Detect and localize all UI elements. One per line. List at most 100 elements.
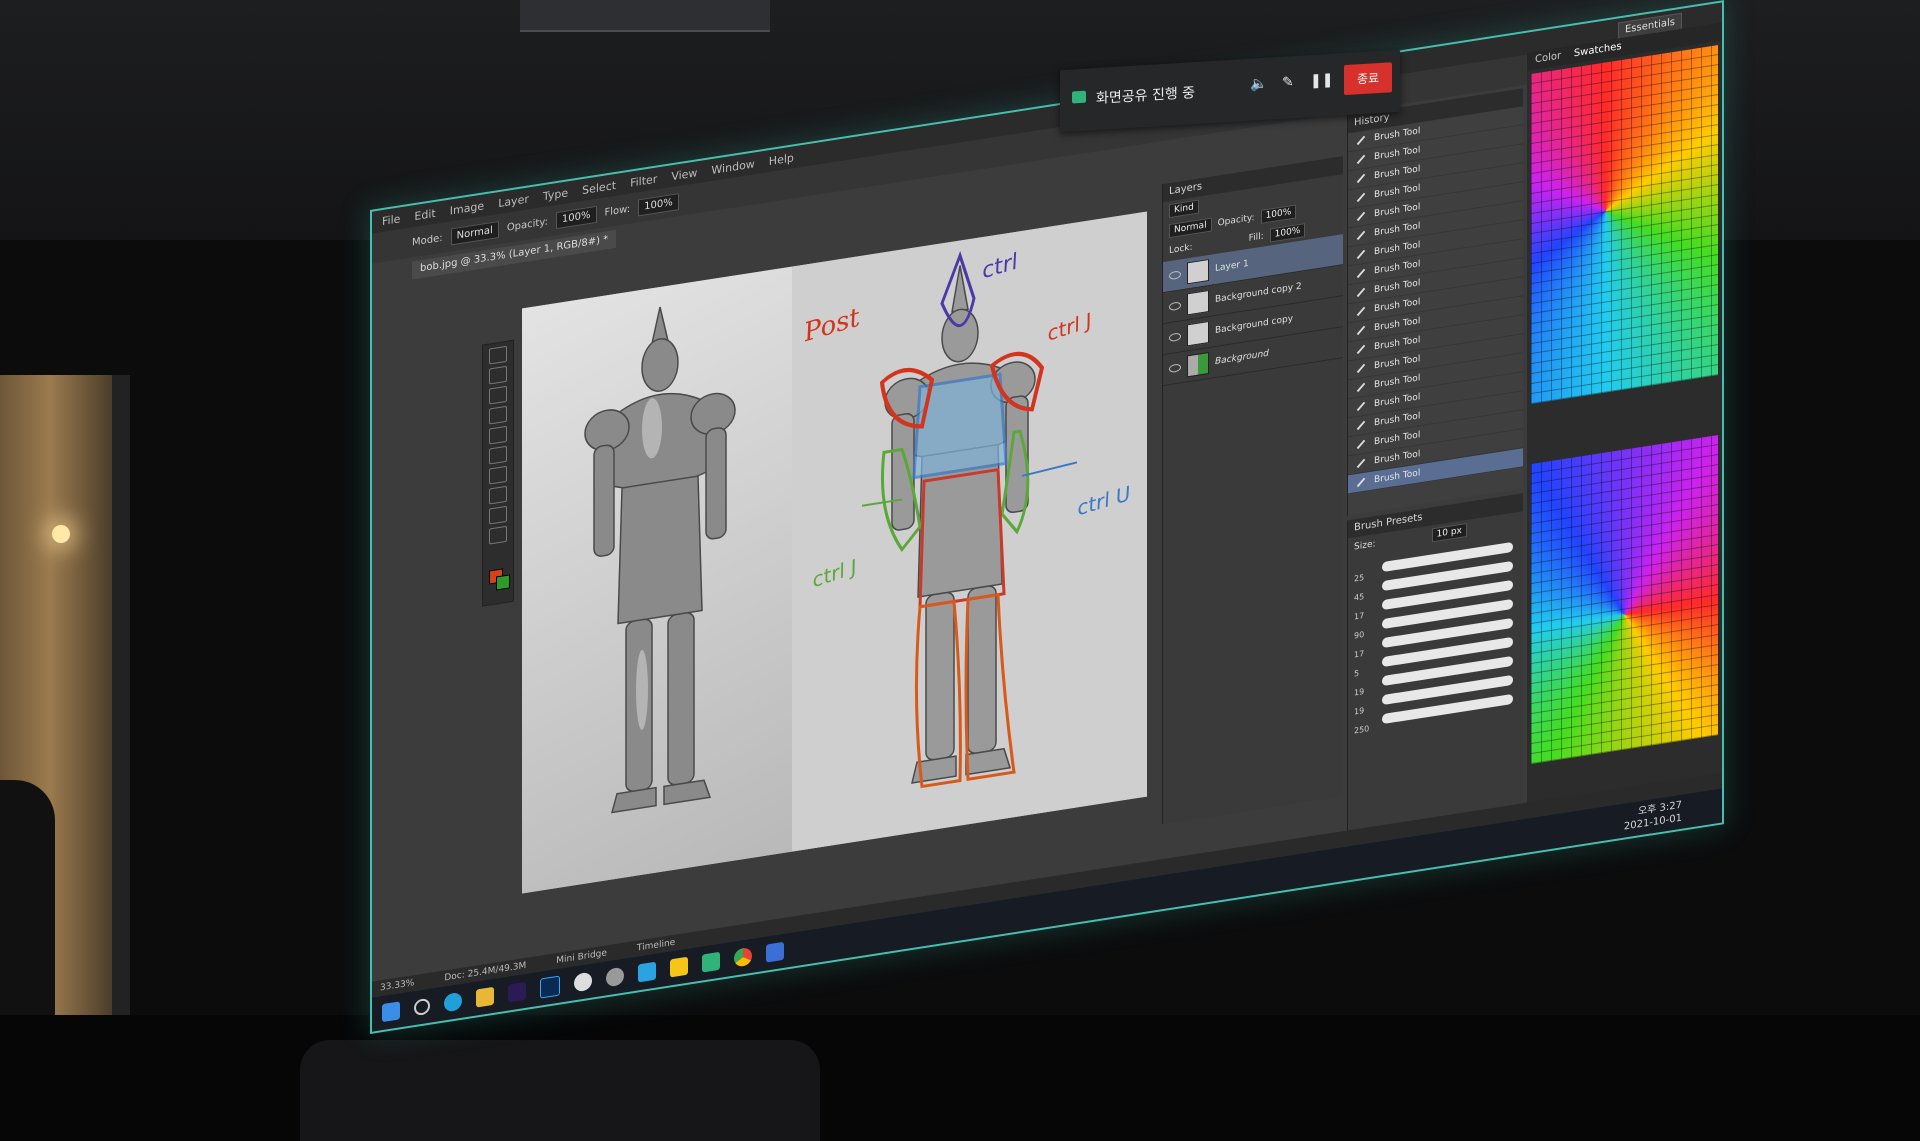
taskbar-clock[interactable]: 오후 3:27 2021-10-01 — [1624, 799, 1682, 834]
meet-icon[interactable] — [702, 951, 720, 973]
brush-size-field[interactable]: 10 px — [1431, 522, 1467, 543]
desk — [300, 1040, 820, 1141]
brush-tool-icon[interactable] — [489, 405, 507, 425]
history-item-label: Brush Tool — [1374, 297, 1421, 315]
background-color-swatch[interactable] — [496, 574, 510, 591]
search-icon[interactable] — [414, 997, 430, 1017]
tab-swatches[interactable]: Swatches — [1574, 41, 1622, 59]
history-item-label: Brush Tool — [1374, 259, 1421, 277]
stamp-tool-icon[interactable] — [489, 425, 507, 445]
annotated-image: Post ctrl ctrl J ctrl J ctrl U — [792, 211, 1147, 852]
menu-edit[interactable]: Edit — [414, 206, 435, 222]
kakaotalk-icon[interactable] — [670, 956, 688, 978]
menu-window[interactable]: Window — [711, 157, 754, 177]
pen-icon[interactable]: ✎ — [1282, 74, 1294, 91]
brush-icon — [1356, 173, 1366, 184]
menu-help[interactable]: Help — [769, 151, 794, 168]
edge-icon[interactable] — [444, 991, 462, 1013]
eye-icon[interactable] — [1169, 332, 1181, 343]
type-tool-icon[interactable] — [489, 505, 507, 525]
layer-name: Background — [1215, 348, 1269, 368]
menu-filter[interactable]: Filter — [630, 172, 657, 189]
brush-preset-size: 5 — [1354, 668, 1360, 679]
layer-name: Background copy 2 — [1215, 281, 1302, 306]
pen-tool-icon[interactable] — [489, 485, 507, 505]
app-icon[interactable] — [574, 971, 592, 993]
swatch-grid[interactable] — [1531, 45, 1718, 405]
settings-icon[interactable] — [606, 966, 624, 988]
layer-opacity-field[interactable]: 100% — [1260, 204, 1297, 224]
fill-label: Fill: — [1248, 231, 1264, 244]
brush-presets-panel: Brush Presets Size: 10 px 25 45 17 90 17 5 19 1… — [1347, 493, 1523, 861]
hand-tool-icon[interactable] — [489, 525, 507, 545]
after-effects-icon[interactable] — [508, 981, 526, 1003]
history-item-label: Brush Tool — [1374, 202, 1421, 220]
menu-image[interactable]: Image — [450, 199, 484, 217]
lasso-tool-icon[interactable] — [489, 365, 507, 385]
reference-image — [522, 266, 792, 894]
photoshop-icon[interactable] — [540, 975, 560, 999]
brush-icon — [1356, 401, 1366, 412]
mode-select[interactable]: Normal — [450, 220, 499, 246]
history-item-label: Brush Tool — [1374, 316, 1421, 334]
history-item-label: Brush Tool — [1374, 278, 1421, 296]
marquee-tool-icon[interactable] — [489, 345, 507, 365]
toolbox — [482, 339, 514, 607]
layers-panel: Layers Kind Normal Opacity: 100% Lock: F… — [1162, 156, 1343, 825]
mode-label: Mode: — [412, 232, 443, 248]
layer-thumbnail — [1187, 320, 1209, 347]
floor — [0, 1015, 1920, 1141]
menu-type[interactable]: Type — [543, 186, 568, 203]
menu-select[interactable]: Select — [582, 178, 616, 196]
person-silhouette — [0, 780, 55, 1020]
windows-start-icon[interactable] — [382, 1001, 400, 1023]
brush-icon — [1356, 211, 1366, 222]
screen-share-icon — [1072, 90, 1086, 104]
history-item-label: Brush Tool — [1374, 164, 1421, 182]
layer-thumbnail — [1187, 351, 1209, 378]
swatch-grid[interactable] — [1531, 435, 1718, 765]
armor-figure-reference — [584, 306, 736, 814]
photos-icon[interactable] — [766, 941, 784, 963]
history-item-label: Brush Tool — [1374, 449, 1421, 467]
speaker-mute-icon[interactable]: 🔈 — [1250, 76, 1267, 93]
menu-file[interactable]: File — [382, 212, 400, 228]
history-item-label: Brush Tool — [1374, 468, 1421, 486]
layer-name: Background copy — [1215, 313, 1294, 337]
folder-icon[interactable] — [476, 986, 494, 1008]
opacity-field[interactable]: 100% — [555, 205, 597, 229]
history-list: Brush Tool Brush Tool Brush Tool Brush Tool… — [1348, 106, 1523, 495]
bird-app-icon[interactable] — [638, 961, 656, 983]
brush-preset-size: 17 — [1354, 610, 1365, 622]
history-item-label: Brush Tool — [1374, 240, 1421, 258]
tab-color[interactable]: Color — [1535, 50, 1561, 65]
flow-field[interactable]: 100% — [638, 192, 679, 216]
layer-opacity-label: Opacity: — [1217, 212, 1255, 229]
brush-icon — [1356, 287, 1366, 298]
eye-icon[interactable] — [1169, 363, 1181, 374]
lock-label: Lock: — [1169, 242, 1193, 257]
end-share-button[interactable]: 종료 — [1344, 62, 1392, 96]
pause-icon[interactable]: ❚❚ — [1310, 72, 1333, 89]
color-swatches-panel: Color Swatches — [1527, 22, 1722, 853]
chrome-icon[interactable] — [734, 946, 752, 968]
menu-view[interactable]: View — [671, 166, 697, 183]
brush-preset-list: 25 45 17 90 17 5 19 19 250 — [1348, 540, 1523, 735]
layer-kind-filter[interactable]: Kind — [1169, 199, 1199, 219]
eraser-tool-icon[interactable] — [489, 445, 507, 465]
opacity-label: Opacity: — [506, 215, 548, 234]
fill-field[interactable]: 100% — [1269, 223, 1306, 243]
history-item-label: Brush Tool — [1374, 221, 1421, 239]
eye-icon[interactable] — [1169, 301, 1181, 312]
brush-preset-size: 25 — [1354, 572, 1365, 584]
history-item-label: Brush Tool — [1374, 145, 1421, 163]
brush-preset-size: 250 — [1354, 724, 1370, 736]
brush-icon — [1356, 154, 1366, 165]
document-canvas[interactable]: Post ctrl ctrl J ctrl J ctrl U — [522, 211, 1147, 894]
layer-thumbnail — [1187, 289, 1209, 316]
brush-icon — [1356, 230, 1366, 241]
crop-tool-icon[interactable] — [489, 385, 507, 405]
gradient-tool-icon[interactable] — [489, 465, 507, 485]
eye-icon[interactable] — [1169, 270, 1181, 281]
menu-layer[interactable]: Layer — [498, 192, 529, 210]
